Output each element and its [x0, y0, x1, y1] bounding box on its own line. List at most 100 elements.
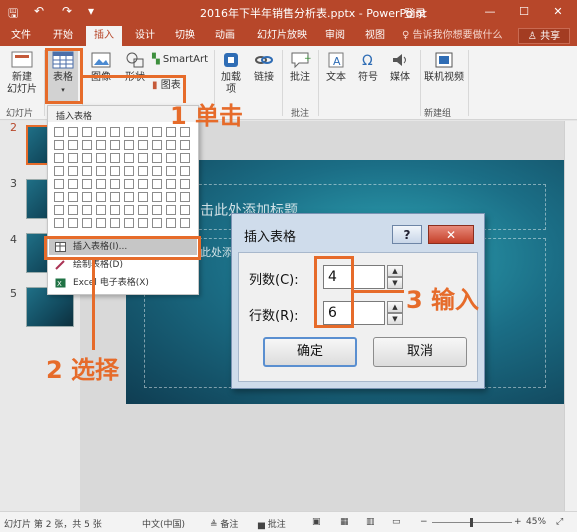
table-grid-cell[interactable] [68, 179, 78, 189]
text-button[interactable]: A 文本 [322, 50, 350, 84]
table-grid-cell[interactable] [152, 205, 162, 215]
image-button[interactable]: 图像 [86, 50, 116, 84]
table-grid-cell[interactable] [124, 153, 134, 163]
language-indicator[interactable]: 中文(中国) [142, 517, 185, 530]
ok-button[interactable]: 确定 [263, 337, 357, 367]
maximize-button[interactable]: ☐ [514, 3, 534, 21]
spin-down-icon[interactable]: ▼ [387, 313, 403, 325]
reading-view-icon[interactable]: ▥ [366, 517, 375, 527]
sorter-view-icon[interactable]: ▦ [340, 517, 349, 527]
table-grid-cell[interactable] [110, 192, 120, 202]
shapes-button[interactable]: 形状 [120, 50, 150, 84]
table-grid-cell[interactable] [180, 192, 190, 202]
customize-qat-icon[interactable]: ▾ [88, 4, 94, 18]
table-grid-cell[interactable] [166, 166, 176, 176]
table-grid-cell[interactable] [166, 153, 176, 163]
table-grid-cell[interactable] [68, 218, 78, 228]
table-grid-cell[interactable] [152, 179, 162, 189]
chart-button[interactable]: ▮ 图表 [152, 80, 192, 92]
table-grid-cell[interactable] [124, 179, 134, 189]
table-grid-cell[interactable] [166, 192, 176, 202]
table-grid-cell[interactable] [96, 140, 106, 150]
tab-design[interactable]: 设计 [128, 26, 162, 46]
table-grid-cell[interactable] [110, 166, 120, 176]
dialog-close-button[interactable]: ✕ [428, 225, 474, 244]
table-grid-cell[interactable] [68, 192, 78, 202]
table-grid-cell[interactable] [180, 153, 190, 163]
table-grid-cell[interactable] [138, 153, 148, 163]
table-grid-cell[interactable] [138, 140, 148, 150]
normal-view-icon[interactable]: ▣ [312, 517, 321, 527]
spin-up-icon[interactable]: ▲ [387, 301, 403, 313]
notes-button[interactable]: ≜ 备注 [210, 517, 238, 530]
table-grid-cell[interactable] [152, 166, 162, 176]
share-button[interactable]: ♙ 共享 [518, 28, 570, 44]
smartart-button[interactable]: ▚ SmartArt [152, 54, 210, 66]
table-grid-cell[interactable] [166, 205, 176, 215]
tab-animations[interactable]: 动画 [208, 26, 242, 46]
table-grid-cell[interactable] [82, 192, 92, 202]
table-grid-cell[interactable] [152, 127, 162, 137]
table-grid-cell[interactable] [68, 127, 78, 137]
table-grid-cell[interactable] [54, 218, 64, 228]
table-grid-cell[interactable] [180, 140, 190, 150]
table-grid-cell[interactable] [96, 192, 106, 202]
table-grid-cell[interactable] [96, 127, 106, 137]
table-grid-cell[interactable] [110, 127, 120, 137]
table-grid-cell[interactable] [54, 179, 64, 189]
minimize-button[interactable]: — [480, 3, 500, 21]
excel-table-item[interactable]: X Excel 电子表格(X) [49, 275, 197, 291]
table-grid-cell[interactable] [54, 166, 64, 176]
fit-slide-icon[interactable]: ⤢ [556, 517, 563, 527]
table-grid-cell[interactable] [68, 153, 78, 163]
tell-me-search[interactable]: ♀ 告诉我你想要做什么 [402, 26, 503, 46]
table-grid-cell[interactable] [138, 218, 148, 228]
table-grid-cell[interactable] [82, 218, 92, 228]
table-grid-cell[interactable] [96, 166, 106, 176]
table-grid-cell[interactable] [82, 166, 92, 176]
table-grid-cell[interactable] [96, 153, 106, 163]
new-slide-button[interactable]: 新建 幻灯片 [4, 50, 40, 96]
table-grid-cell[interactable] [166, 218, 176, 228]
login-link[interactable]: 登录 [404, 5, 426, 21]
table-grid-cell[interactable] [180, 166, 190, 176]
spin-down-icon[interactable]: ▼ [387, 277, 403, 289]
table-grid-cell[interactable] [138, 205, 148, 215]
table-grid-cell[interactable] [110, 153, 120, 163]
table-grid-cell[interactable] [82, 153, 92, 163]
slideshow-view-icon[interactable]: ▭ [392, 517, 401, 527]
table-grid-cell[interactable] [152, 192, 162, 202]
table-grid-cell[interactable] [152, 218, 162, 228]
symbol-button[interactable]: Ω 符号 [354, 50, 382, 84]
table-grid-cell[interactable] [138, 127, 148, 137]
link-button[interactable]: 链接 [250, 50, 278, 84]
table-grid-cell[interactable] [82, 140, 92, 150]
table-grid-cell[interactable] [180, 205, 190, 215]
table-grid-cell[interactable] [110, 218, 120, 228]
zoom-slider-thumb[interactable] [470, 518, 473, 527]
table-grid-cell[interactable] [138, 192, 148, 202]
tab-review[interactable]: 审阅 [318, 26, 352, 46]
columns-spinner[interactable]: ▲ ▼ [387, 265, 403, 289]
tab-home[interactable]: 开始 [46, 26, 80, 46]
tab-view[interactable]: 视图 [358, 26, 392, 46]
table-grid-cell[interactable] [82, 179, 92, 189]
cancel-button[interactable]: 取消 [373, 337, 467, 367]
rows-spinner[interactable]: ▲ ▼ [387, 301, 403, 325]
table-grid-cell[interactable] [68, 166, 78, 176]
table-grid-cell[interactable] [68, 205, 78, 215]
tab-transitions[interactable]: 切换 [168, 26, 202, 46]
table-grid-cell[interactable] [110, 179, 120, 189]
save-icon[interactable]: 🖫 [8, 4, 18, 25]
table-grid-cell[interactable] [124, 127, 134, 137]
vertical-scrollbar[interactable] [564, 121, 577, 511]
table-grid-cell[interactable] [124, 205, 134, 215]
tab-slideshow[interactable]: 幻灯片放映 [250, 26, 314, 46]
table-grid-cell[interactable] [138, 166, 148, 176]
comments-status-button[interactable]: ▅ 批注 [258, 517, 286, 530]
table-grid-cell[interactable] [138, 179, 148, 189]
close-window-button[interactable]: ✕ [548, 3, 568, 21]
table-grid-cell[interactable] [96, 179, 106, 189]
table-grid-cell[interactable] [110, 140, 120, 150]
table-grid-cell[interactable] [110, 205, 120, 215]
